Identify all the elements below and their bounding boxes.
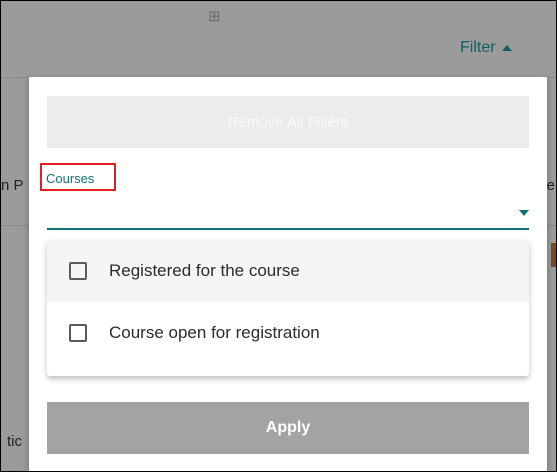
option-registered[interactable]: Registered for the course (47, 240, 529, 302)
remove-all-filters-button[interactable]: Remove All Filters (47, 96, 529, 148)
background-column-text: n P (1, 177, 24, 194)
apply-label: Apply (265, 419, 311, 436)
caret-up-icon (501, 45, 512, 51)
option-open-for-registration[interactable]: Course open for registration (47, 302, 529, 364)
courses-select[interactable] (47, 228, 529, 230)
remove-all-filters-label: Remove All Filters (227, 113, 349, 131)
filter-label: Filter (460, 39, 496, 56)
filter-toggle-button[interactable]: Filter (460, 39, 512, 57)
dropdown-arrow-icon[interactable] (519, 210, 529, 216)
courses-dropdown-menu: Registered for the course Course open fo… (47, 240, 529, 376)
filter-panel: Remove All Filters Courses Registered fo… (29, 77, 547, 471)
option-label: Course open for registration (109, 323, 320, 342)
courses-field-label: Courses (40, 163, 116, 191)
background-row-text: tic (7, 433, 22, 450)
checkbox[interactable] (69, 324, 87, 342)
option-label: Registered for the course (109, 261, 300, 280)
checkbox[interactable] (69, 262, 87, 280)
apply-button[interactable]: Apply (47, 402, 529, 454)
background-page: ⊞ Filter n P ne tic Remove All Filters C… (0, 0, 557, 472)
grid-icon[interactable]: ⊞ (208, 9, 221, 24)
status-badge (551, 243, 556, 267)
